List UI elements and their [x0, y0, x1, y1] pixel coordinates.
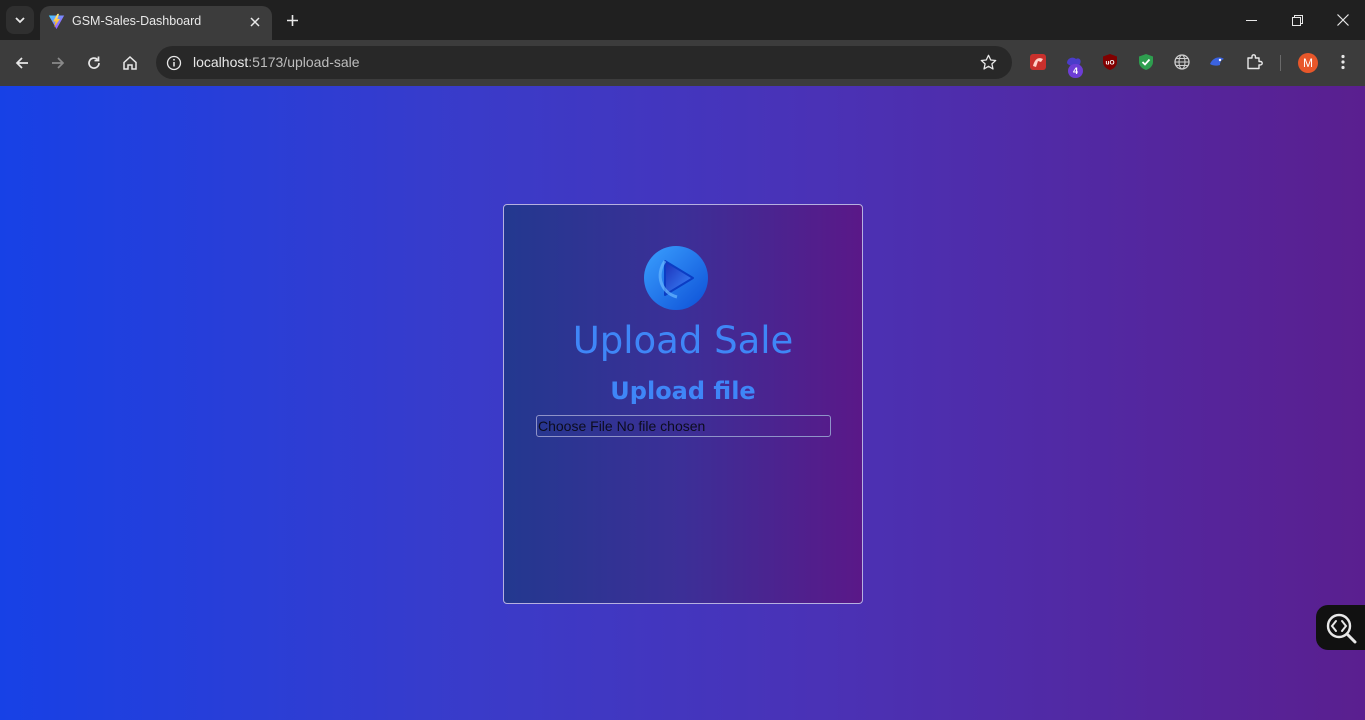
choose-file-button[interactable]: Choose File [538, 418, 613, 434]
restore-button[interactable] [1274, 0, 1320, 40]
url-path: :5173/upload-sale [248, 54, 360, 70]
kebab-menu-icon [1341, 54, 1345, 70]
back-button[interactable] [8, 49, 36, 77]
restore-icon [1291, 14, 1303, 26]
tab-title: GSM-Sales-Dashboard [72, 14, 202, 28]
tab-close-button[interactable] [246, 13, 264, 31]
home-button[interactable] [116, 49, 144, 77]
app-logo-icon [644, 246, 708, 310]
bookmark-button[interactable] [979, 53, 998, 72]
extensions-menu-button[interactable] [1244, 52, 1264, 72]
devtools-widget[interactable] [1316, 605, 1365, 650]
file-status-text: No file chosen [616, 418, 706, 434]
address-bar[interactable]: localhost:5173/upload-sale [156, 46, 1012, 79]
upload-card: Upload Sale Upload file Choose File No f… [503, 204, 863, 604]
extension-button[interactable] [1207, 52, 1227, 72]
url-host: localhost [193, 54, 249, 70]
chevron-down-icon [15, 17, 25, 24]
extension-button[interactable]: uO [1100, 52, 1120, 72]
vite-icon [48, 13, 65, 30]
arrow-left-icon [15, 57, 28, 69]
url-text[interactable]: localhost:5173/upload-sale [193, 54, 360, 70]
shield-check-icon [1139, 54, 1153, 70]
extension-button[interactable] [1028, 52, 1048, 72]
minimize-button[interactable] [1228, 0, 1274, 40]
window-close-button[interactable] [1320, 0, 1365, 40]
site-info-icon[interactable] [164, 53, 183, 72]
code-search-icon [1326, 613, 1357, 643]
forward-button[interactable] [44, 49, 72, 77]
arrow-right-icon [52, 57, 65, 69]
minimize-icon [1245, 19, 1257, 21]
svg-text:uO: uO [1105, 60, 1114, 67]
ublock-icon: uO [1103, 54, 1117, 70]
star-icon [980, 54, 997, 70]
toolbar-divider [1280, 55, 1281, 71]
tab-active[interactable]: GSM-Sales-Dashboard [40, 6, 272, 40]
tab-search-button[interactable] [6, 6, 34, 34]
browser-menu-button[interactable] [1333, 52, 1353, 72]
profile-avatar[interactable]: M [1298, 53, 1318, 73]
upload-file-heading: Upload file [610, 377, 756, 405]
browser-toolbar: localhost:5173/upload-sale uO [0, 40, 1365, 86]
puzzle-icon [1247, 54, 1263, 70]
reload-button[interactable] [80, 49, 108, 77]
ext-bird-icon [1210, 57, 1224, 66]
new-tab-button[interactable] [280, 8, 304, 32]
ext-red-icon [1030, 54, 1046, 70]
plus-icon [286, 14, 298, 26]
home-icon [123, 55, 137, 70]
extension-button[interactable] [1172, 52, 1192, 72]
extension-badge: 4 [1068, 64, 1083, 78]
tab-strip: GSM-Sales-Dashboard [0, 0, 1365, 40]
page-background: Upload Sale Upload file Choose File No f… [0, 86, 1365, 720]
page-title: Upload Sale [572, 319, 794, 362]
close-icon [1337, 14, 1349, 26]
file-input[interactable]: Choose File No file chosen [536, 415, 831, 437]
extension-button[interactable] [1136, 52, 1156, 72]
reload-icon [88, 56, 100, 69]
globe-icon [1174, 54, 1190, 70]
close-icon [250, 17, 260, 27]
